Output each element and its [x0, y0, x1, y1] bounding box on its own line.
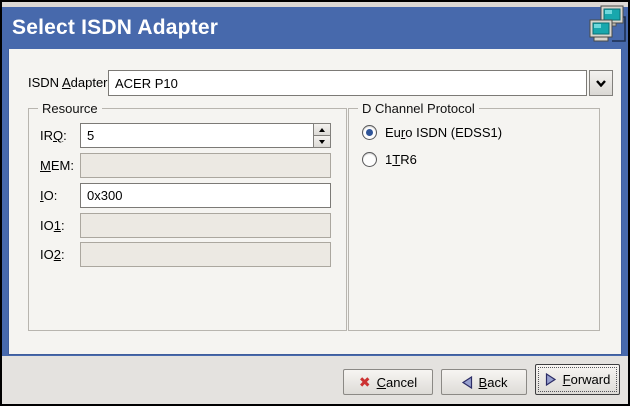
isdn-adapter-dialog: { "window": { "title": "Select ISDN Adap…: [0, 0, 630, 406]
io2-label: IO2:: [40, 242, 65, 267]
protocol-group: D Channel Protocol Euro ISDN (EDSS1) 1TR…: [348, 108, 600, 331]
radio-euro-isdn[interactable]: Euro ISDN (EDSS1): [362, 123, 502, 141]
cancel-button[interactable]: ✖ Cancel: [343, 369, 433, 395]
spin-up-icon: [319, 128, 325, 132]
spinner-down-button[interactable]: [313, 136, 331, 148]
spin-down-icon: [319, 140, 325, 144]
chevron-down-icon: [596, 80, 606, 87]
combo-dropdown-button[interactable]: [589, 70, 613, 96]
adapter-combo-input[interactable]: [108, 70, 587, 96]
forward-button-label: Forward: [563, 372, 611, 387]
io1-input: [80, 213, 331, 238]
radio-button-icon: [362, 125, 377, 140]
arrow-left-icon: [461, 376, 473, 389]
radio-label: Euro ISDN (EDSS1): [385, 125, 502, 140]
radio-1tr6[interactable]: 1TR6: [362, 150, 417, 168]
adapter-label: ISDN Adapters:: [28, 70, 118, 95]
arrow-right-icon: [545, 373, 557, 386]
network-computers-icon: [588, 5, 626, 47]
irq-spinner: [80, 123, 331, 148]
radio-button-icon: [362, 152, 377, 167]
spinner-buttons: [313, 123, 331, 148]
forward-button[interactable]: Forward: [535, 364, 620, 395]
irq-input[interactable]: [80, 123, 314, 148]
io-input[interactable]: [80, 183, 331, 208]
titlebar: Select ISDN Adapter: [2, 7, 628, 49]
mem-input: [80, 153, 331, 178]
spinner-up-button[interactable]: [313, 123, 331, 136]
resource-group: Resource IRQ: MEM: IO: IO1: IO2:: [28, 108, 347, 331]
io1-label: IO1:: [40, 213, 65, 238]
radio-label: 1TR6: [385, 152, 417, 167]
mem-label: MEM:: [40, 153, 74, 178]
window-title: Select ISDN Adapter: [12, 7, 218, 49]
cancel-x-icon: ✖: [359, 375, 371, 389]
back-button-label: Back: [479, 375, 508, 390]
resource-group-title: Resource: [38, 101, 102, 116]
irq-label: IRQ:: [40, 123, 67, 148]
io-label: IO:: [40, 183, 57, 208]
back-button[interactable]: Back: [441, 369, 527, 395]
content-panel: ISDN Adapters: Resource IRQ: MEM: IO:: [8, 49, 622, 355]
io2-input: [80, 242, 331, 267]
adapter-combobox[interactable]: [108, 70, 613, 96]
cancel-button-label: Cancel: [377, 375, 417, 390]
protocol-group-title: D Channel Protocol: [358, 101, 479, 116]
